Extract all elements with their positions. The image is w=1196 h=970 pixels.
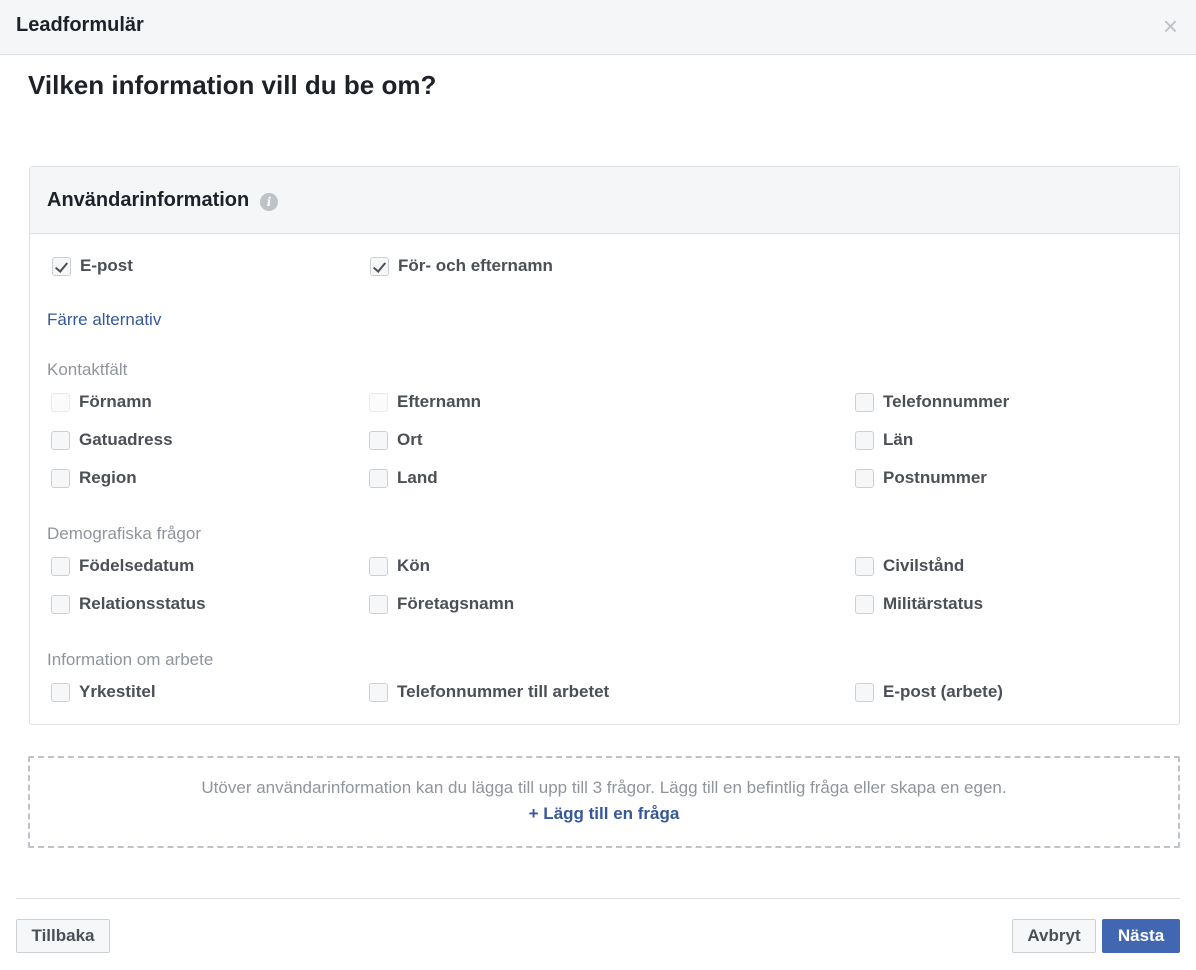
fewer-options-link[interactable]: Färre alternativ — [47, 310, 161, 330]
checkbox-option-full-name[interactable]: För- och efternamn — [370, 255, 553, 277]
option-label: För- och efternamn — [398, 256, 553, 275]
checkbox-option-email[interactable]: E-post — [52, 255, 133, 277]
option-label: Region — [79, 468, 137, 487]
dialog-title: Leadformulär — [16, 14, 144, 36]
close-icon[interactable]: × — [1163, 13, 1178, 39]
option-label: Militärstatus — [883, 594, 984, 613]
checkbox[interactable] — [369, 594, 388, 614]
option-label: Ort — [397, 430, 423, 449]
checkbox-option-work-email[interactable]: E-post (arbete) — [855, 681, 1003, 703]
checkbox-option-postal-code[interactable]: Postnummer — [855, 467, 987, 489]
checkbox[interactable] — [51, 468, 70, 488]
option-label: Relationsstatus — [79, 594, 206, 613]
checkbox-option-phone[interactable]: Telefonnummer — [855, 391, 1009, 413]
checkbox-option-company-name[interactable]: Företagsnamn — [369, 593, 514, 615]
user-info-panel: Användarinformation i — [29, 166, 1180, 725]
checkbox[interactable] — [855, 430, 874, 450]
option-label: Civilstånd — [883, 556, 965, 575]
checkbox-option-birthdate[interactable]: Födelsedatum — [51, 555, 194, 577]
back-button[interactable]: Tillbaka — [16, 919, 110, 953]
checkbox[interactable] — [855, 594, 874, 614]
checkbox-checked[interactable] — [370, 256, 389, 276]
checkbox[interactable] — [855, 392, 874, 412]
user-info-title: Användarinformation — [47, 189, 250, 211]
option-label: Efternamn — [397, 392, 482, 411]
checkbox[interactable] — [369, 430, 388, 450]
checkbox-option-first-name[interactable]: Förnamn — [51, 391, 152, 413]
checkbox-option-street-address[interactable]: Gatuadress — [51, 429, 173, 451]
checkbox-option-marital-status[interactable]: Civilstånd — [855, 555, 964, 577]
checkbox-option-city[interactable]: Ort — [369, 429, 423, 451]
section-label-demographics: Demografiska frågor — [47, 524, 202, 543]
checkbox[interactable] — [51, 556, 70, 576]
checkbox[interactable] — [51, 430, 70, 450]
checkbox-option-relationship-status[interactable]: Relationsstatus — [51, 593, 206, 615]
checkbox[interactable] — [51, 594, 70, 614]
dialog-header: Leadformulär × — [0, 0, 1196, 55]
cancel-button[interactable]: Avbryt — [1012, 919, 1096, 953]
option-label: Företagsnamn — [397, 594, 515, 613]
checkbox[interactable] — [369, 682, 388, 702]
option-label: Gatuadress — [79, 430, 173, 449]
section-label-contact: Kontaktfält — [47, 360, 128, 379]
checkbox[interactable] — [369, 556, 388, 576]
option-label: E-post — [80, 256, 133, 275]
option-label: Län — [883, 430, 914, 449]
section-label-work: Information om arbete — [47, 650, 214, 669]
checkbox[interactable] — [51, 682, 70, 702]
checkbox[interactable] — [855, 682, 874, 702]
checkbox-option-work-phone[interactable]: Telefonnummer till arbetet — [369, 681, 609, 703]
question-title: Vilken information vill du be om? — [28, 70, 437, 100]
checkbox-checked[interactable] — [52, 256, 71, 276]
option-label: Telefonnummer till arbetet — [397, 682, 610, 701]
option-label: Postnummer — [883, 468, 987, 487]
checkbox-option-region[interactable]: Region — [51, 467, 137, 489]
checkbox-option-military-status[interactable]: Militärstatus — [855, 593, 983, 615]
checkbox-option-job-title[interactable]: Yrkestitel — [51, 681, 156, 703]
user-info-panel-header: Användarinformation i — [30, 167, 1179, 234]
option-label: Födelsedatum — [79, 556, 195, 575]
option-label: Förnamn — [79, 392, 152, 411]
option-label: Yrkestitel — [79, 682, 156, 701]
option-label: Kön — [397, 556, 431, 575]
custom-questions-hint: Utöver användarinformation kan du lägga … — [201, 778, 1007, 797]
info-icon[interactable]: i — [260, 193, 278, 211]
checkbox[interactable] — [855, 556, 874, 576]
checkbox[interactable] — [51, 392, 70, 412]
checkbox-option-county[interactable]: Län — [855, 429, 913, 451]
option-label: Telefonnummer — [883, 392, 1010, 411]
checkbox-option-last-name[interactable]: Efternamn — [369, 391, 481, 413]
checkbox[interactable] — [855, 468, 874, 488]
custom-questions-box: Utöver användarinformation kan du lägga … — [28, 756, 1180, 848]
next-button[interactable]: Nästa — [1102, 919, 1180, 953]
checkbox-option-gender[interactable]: Kön — [369, 555, 430, 577]
checkbox[interactable] — [369, 392, 388, 412]
checkbox[interactable] — [369, 468, 388, 488]
checkbox-option-country[interactable]: Land — [369, 467, 438, 489]
add-question-link[interactable]: + Lägg till en fråga — [30, 804, 1178, 824]
option-label: E-post (arbete) — [883, 682, 1003, 701]
option-label: Land — [397, 468, 438, 487]
footer-divider — [16, 898, 1180, 899]
